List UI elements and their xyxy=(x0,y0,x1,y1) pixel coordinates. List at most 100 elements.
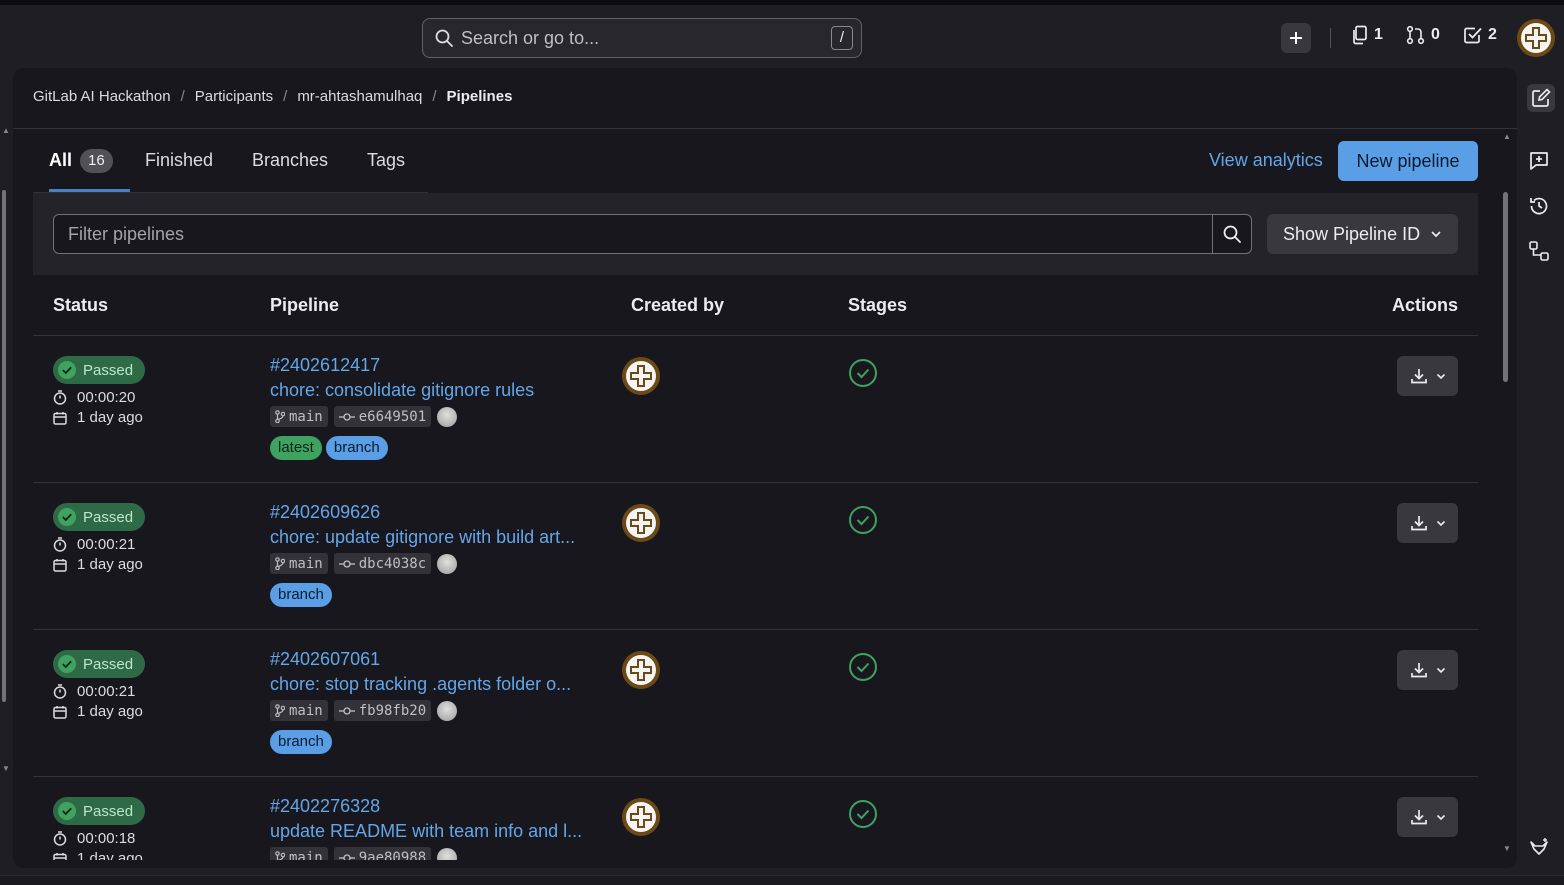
commit-author-avatar[interactable] xyxy=(437,847,458,860)
pipeline-commit-title-link[interactable]: chore: stop tracking .agents folder o... xyxy=(270,674,571,695)
timer-icon xyxy=(53,537,67,552)
pipeline-finished-at: 1 day ago xyxy=(53,556,143,573)
pipeline-id-link[interactable]: #2402276328 xyxy=(270,796,380,817)
branch-name: main xyxy=(289,849,323,861)
breadcrumb-group[interactable]: GitLab AI Hackathon xyxy=(33,88,171,105)
pipeline-tags: branch xyxy=(270,583,332,607)
status-success-icon xyxy=(58,508,76,526)
download-icon xyxy=(1410,663,1427,678)
tab-tags[interactable]: Tags xyxy=(367,129,405,192)
status-badge[interactable]: Passed xyxy=(53,797,146,825)
tab-all-label: All xyxy=(49,150,73,170)
panel-scroll-down-arrow[interactable]: ▼ xyxy=(1503,844,1511,853)
tab-finished[interactable]: Finished xyxy=(145,129,213,192)
column-created-by: Created by xyxy=(631,295,725,315)
creator-avatar[interactable] xyxy=(621,503,661,548)
creator-avatar[interactable] xyxy=(621,650,661,695)
column-status: Status xyxy=(53,295,109,315)
table-row: Passed 00:00:18 1 day ago #2402276328 up… xyxy=(33,777,1478,860)
pipeline-finished-at: 1 day ago xyxy=(53,409,143,426)
download-icon xyxy=(1410,369,1427,384)
top-navigation-bar: Search or go to... / 1 0 2 xyxy=(0,5,1564,68)
finished-value: 1 day ago xyxy=(77,556,143,573)
issues-icon xyxy=(1353,25,1367,45)
tab-all-count: 16 xyxy=(80,149,113,173)
download-artifacts-dropdown[interactable] xyxy=(1397,797,1458,837)
panel-scrollbar-thumb[interactable] xyxy=(1503,192,1508,382)
duo-chat-button[interactable] xyxy=(1528,150,1550,177)
breadcrumb-current-page[interactable]: Pipelines xyxy=(447,88,513,105)
branch-ref[interactable]: main xyxy=(270,847,328,860)
pipeline-commit-title-link[interactable]: update README with team info and l... xyxy=(270,821,582,842)
status-badge[interactable]: Passed xyxy=(53,356,146,384)
pipeline-id-link[interactable]: #2402609626 xyxy=(270,502,380,523)
status-success-icon xyxy=(58,655,76,673)
stage-success-icon[interactable] xyxy=(848,799,878,834)
commit-author-avatar[interactable] xyxy=(437,700,458,721)
tab-branches[interactable]: Branches xyxy=(252,129,328,192)
branch-name: main xyxy=(289,555,323,572)
show-pipeline-id-dropdown[interactable]: Show Pipeline ID xyxy=(1267,214,1458,254)
tag-latest: latest xyxy=(270,436,322,460)
scroll-down-arrow[interactable]: ▼ xyxy=(2,764,10,773)
status-badge[interactable]: Passed xyxy=(53,503,146,531)
finished-value: 1 day ago xyxy=(77,703,143,720)
branch-ref[interactable]: main xyxy=(270,406,328,427)
sessions-button[interactable] xyxy=(1528,240,1550,267)
pipeline-id-link[interactable]: #2402612417 xyxy=(270,355,380,376)
tag-branch: branch xyxy=(270,730,332,754)
tab-all[interactable]: All 16 xyxy=(49,129,130,192)
panel-scroll-up-arrow[interactable]: ▲ xyxy=(1503,132,1511,141)
history-button[interactable] xyxy=(1528,195,1550,222)
commit-sha-ref[interactable]: fb98fb20 xyxy=(333,700,432,721)
creator-avatar[interactable] xyxy=(621,356,661,401)
creator-avatar[interactable] xyxy=(621,797,661,842)
stage-success-icon[interactable] xyxy=(848,358,878,393)
column-stages: Stages xyxy=(848,295,908,315)
branch-ref[interactable]: main xyxy=(270,700,328,721)
plus-icon xyxy=(1290,32,1302,44)
create-new-button[interactable] xyxy=(1281,23,1311,53)
filter-search-button[interactable] xyxy=(1212,214,1252,254)
commit-sha: 9ae80988 xyxy=(358,849,427,861)
download-artifacts-dropdown[interactable] xyxy=(1397,503,1458,543)
pipeline-id-link[interactable]: #2402607061 xyxy=(270,649,380,670)
stage-success-icon[interactable] xyxy=(848,505,878,540)
page-scrollbar-thumb[interactable] xyxy=(2,190,6,702)
status-badge[interactable]: Passed xyxy=(53,650,146,678)
commit-icon xyxy=(338,412,355,421)
download-artifacts-dropdown[interactable] xyxy=(1397,650,1458,690)
commit-sha-ref[interactable]: 9ae80988 xyxy=(333,847,432,861)
download-artifacts-dropdown[interactable] xyxy=(1397,356,1458,396)
global-search-input[interactable]: Search or go to... / xyxy=(422,18,862,58)
edit-note-button[interactable] xyxy=(1527,84,1555,112)
new-pipeline-button[interactable]: New pipeline xyxy=(1338,141,1478,181)
commit-sha: e6649501 xyxy=(358,408,427,425)
commit-sha-ref[interactable]: dbc4038c xyxy=(333,553,432,574)
breadcrumb-subgroup[interactable]: Participants xyxy=(195,88,273,105)
commit-author-avatar[interactable] xyxy=(437,553,458,574)
filter-pipelines-input[interactable]: Filter pipelines xyxy=(53,214,1213,254)
view-analytics-link[interactable]: View analytics xyxy=(1209,150,1323,171)
pipeline-scope-tabs: All 16 Finished Branches Tags xyxy=(33,129,428,193)
issues-counter[interactable]: 1 xyxy=(1351,25,1383,45)
breadcrumb-separator: / xyxy=(432,88,437,105)
issues-count: 1 xyxy=(1374,26,1383,43)
pipeline-commit-title-link[interactable]: chore: update gitignore with build art..… xyxy=(270,527,575,548)
branch-ref[interactable]: main xyxy=(270,553,328,574)
tanuki-ai-button[interactable] xyxy=(1528,837,1550,864)
pipeline-refs: main fb98fb20 xyxy=(270,700,458,721)
pipeline-commit-title-link[interactable]: chore: consolidate gitignore rules xyxy=(270,380,534,401)
breadcrumb-project[interactable]: mr-ahtashamulhaq xyxy=(297,88,422,105)
commit-author-avatar[interactable] xyxy=(437,406,458,427)
commit-sha-ref[interactable]: e6649501 xyxy=(333,406,432,427)
chevron-down-icon xyxy=(1436,667,1445,673)
pipeline-refs: main 9ae80988 xyxy=(270,847,458,861)
stage-success-icon[interactable] xyxy=(848,652,878,687)
merge-requests-counter[interactable]: 0 xyxy=(1406,25,1440,45)
user-avatar[interactable] xyxy=(1516,18,1556,63)
finished-value: 1 day ago xyxy=(77,850,143,860)
pipeline-finished-at: 1 day ago xyxy=(53,703,143,720)
todos-counter[interactable]: 2 xyxy=(1463,25,1497,45)
scroll-up-arrow[interactable]: ▲ xyxy=(2,126,10,135)
